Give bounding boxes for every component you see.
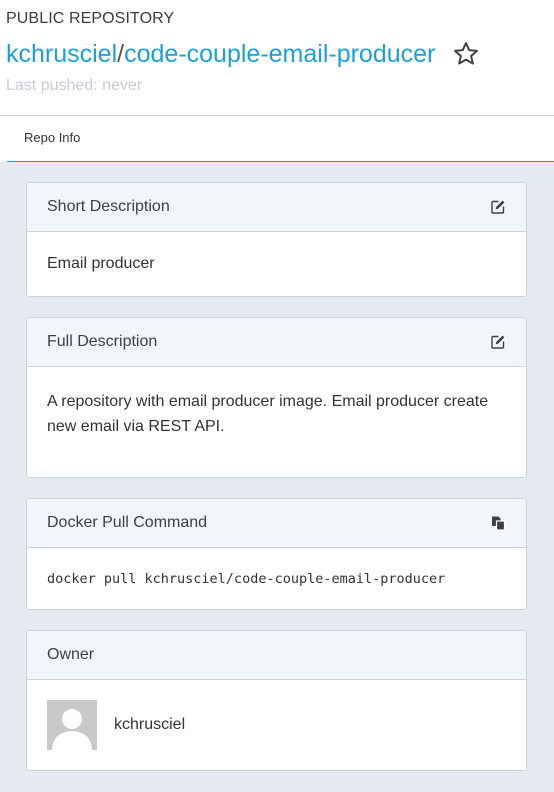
short-description-card: Short Description Email producer [26, 182, 527, 297]
star-icon[interactable] [451, 39, 481, 69]
full-description-card: Full Description A repository with email… [26, 317, 527, 478]
repo-visibility-label: PUBLIC REPOSITORY [6, 10, 175, 27]
owner-header: Owner [27, 631, 526, 680]
full-description-title: Full Description [47, 333, 158, 350]
owner-title: Owner [47, 646, 95, 663]
repo-content: Short Description Email producer Full De… [0, 162, 554, 792]
tab-repo-info[interactable]: Repo Info [7, 116, 97, 160]
full-description-header: Full Description [27, 318, 526, 367]
owner-info: kchrusciel [27, 680, 526, 770]
repo-name: code-couple-email-producer [124, 40, 436, 68]
repo-header: PUBLIC REPOSITORY kchrusciel/code-couple… [0, 0, 554, 116]
copy-icon[interactable] [489, 514, 507, 532]
repo-title-row: kchrusciel/code-couple-email-producer [6, 37, 554, 71]
short-description-header: Short Description [27, 183, 526, 232]
repo-tabs: Repo Info [0, 116, 554, 162]
owner-card: Owner kchrusciel [26, 630, 527, 771]
docker-pull-title: Docker Pull Command [47, 514, 208, 531]
repo-namespace-link[interactable]: kchrusciel [6, 40, 117, 68]
edit-icon[interactable] [489, 198, 507, 216]
edit-icon[interactable] [489, 333, 507, 351]
docker-pull-command[interactable]: docker pull kchrusciel/code-couple-email… [27, 548, 526, 609]
docker-pull-card: Docker Pull Command docker pull kchrusci… [26, 498, 527, 610]
owner-name-link[interactable]: kchrusciel [114, 716, 185, 734]
full-description-text: A repository with email producer image. … [47, 393, 489, 435]
short-description-text: Email producer [47, 255, 155, 272]
repo-title: kchrusciel/code-couple-email-producer [6, 39, 435, 69]
last-pushed-text: Last pushed: never [6, 77, 143, 94]
docker-pull-header: Docker Pull Command [27, 499, 526, 548]
tab-active-underline [7, 161, 554, 162]
avatar[interactable] [47, 700, 97, 750]
short-description-title: Short Description [47, 198, 170, 215]
